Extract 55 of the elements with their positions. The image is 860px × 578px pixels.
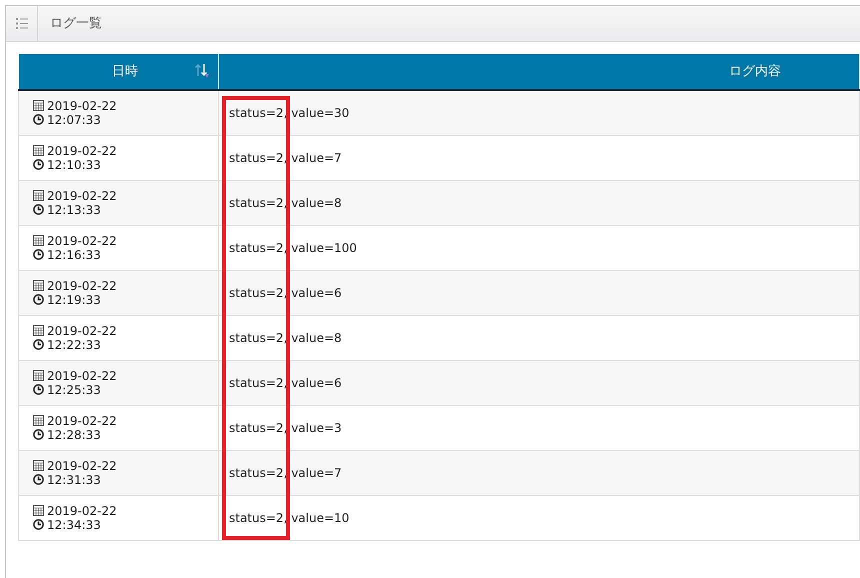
date-text: 2019-02-22 [47,188,117,202]
log-text: status=2, value=8 [229,196,342,210]
time-text: 12:25:33 [47,382,101,396]
log-text: status=2, value=10 [229,510,350,524]
date-text: 2019-02-22 [47,458,117,472]
time-text: 12:31:33 [47,472,101,486]
log-text: status=2, value=7 [229,466,342,480]
clock-icon [33,114,44,126]
date-text: 2019-02-22 [47,144,117,158]
time-text: 12:07:33 [47,112,101,127]
column-header[interactable]: 日時 [18,54,218,90]
calendar-icon [33,280,44,291]
time-text: 12:22:33 [47,338,101,352]
calendar-icon [33,370,44,381]
clock-icon [33,204,44,215]
date-text: 2019-02-22 [47,234,117,248]
time-text: 12:34:33 [47,518,101,532]
date-text: 2019-02-22 [47,278,117,292]
time-text: 12:16:33 [47,248,101,262]
clock-icon [33,474,44,485]
calendar-icon [33,190,44,201]
sort-icon[interactable] [194,62,210,78]
clock-icon [33,159,44,170]
calendar-icon [33,505,44,516]
date-text: 2019-02-22 [47,98,117,113]
date-text: 2019-02-22 [47,414,117,428]
log-text: status=2, value=100 [229,240,357,254]
date-text: 2019-02-22 [47,324,117,338]
time-text: 12:28:33 [47,428,101,442]
log-text: status=2, value=6 [229,376,342,390]
calendar-icon [33,235,44,246]
log-text: status=2, value=7 [229,150,342,164]
date-text: 2019-02-22 [47,368,117,382]
log-text: status=2, value=6 [229,286,342,300]
calendar-icon [33,100,44,112]
date-text: 2019-02-22 [47,504,117,518]
time-text: 12:19:33 [47,292,101,306]
clock-icon [33,519,44,530]
time-text: 12:10:33 [47,158,101,172]
clock-icon [33,249,44,260]
list-icon [16,18,28,29]
clock-icon [33,429,44,440]
clock-icon [33,384,44,395]
clock-icon [33,294,44,305]
log-text: status=2, value=3 [229,420,342,434]
column-header[interactable]: ログ内容 [218,54,860,90]
clock-icon [33,339,44,350]
panel-title: ログ一覧 [50,14,102,33]
calendar-icon [33,460,44,471]
log-text: status=2, value=8 [229,330,342,344]
calendar-icon [33,415,44,426]
log-text: status=2, value=30 [229,106,350,120]
calendar-icon [33,325,44,336]
calendar-icon [33,145,44,156]
time-text: 12:13:33 [47,202,101,216]
